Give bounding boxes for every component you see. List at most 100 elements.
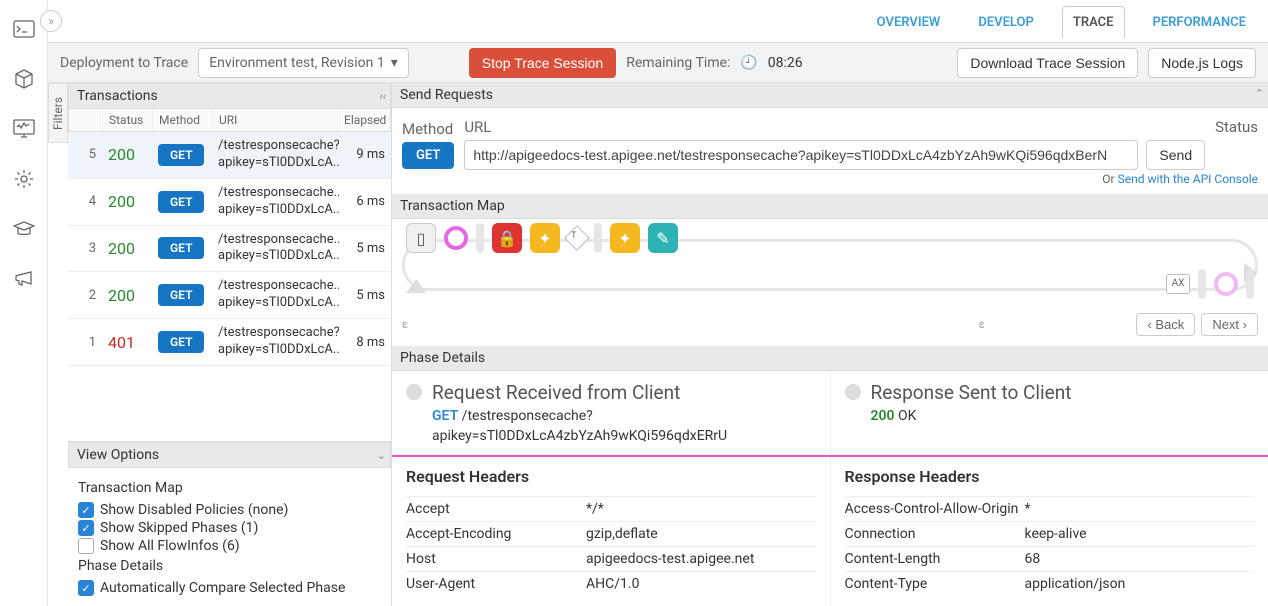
transaction-row[interactable]: 4200GET/testresponsecache...apikey=sTl0D… bbox=[68, 179, 391, 226]
transaction-row[interactable]: 5200GET/testresponsecache?apikey=sTl0DDx… bbox=[68, 132, 391, 179]
checkbox-auto-compare[interactable]: ✓ bbox=[78, 580, 94, 596]
response-headers-title: Response Headers bbox=[845, 467, 1255, 486]
tx-elapsed: 6 ms bbox=[339, 188, 391, 215]
top-tabs: OVERVIEW DEVELOP TRACE PERFORMANCE bbox=[867, 6, 1256, 38]
trace-toolbar: Deployment to Trace Environment test, Re… bbox=[48, 43, 1268, 83]
download-trace-button[interactable]: Download Trace Session bbox=[957, 48, 1138, 78]
status-label: Status bbox=[1215, 118, 1258, 136]
view-options-header: View Options⌄ bbox=[68, 442, 391, 468]
response-point-icon[interactable] bbox=[1214, 272, 1238, 296]
header-row: Connectionkeep-alive bbox=[845, 521, 1255, 546]
environment-select[interactable]: Environment test, Revision 1▾ bbox=[198, 48, 409, 78]
terminal-icon[interactable] bbox=[13, 18, 35, 40]
transactions-list: 5200GET/testresponsecache?apikey=sTl0DDx… bbox=[68, 132, 391, 441]
checkbox-show-skipped[interactable]: ✓ bbox=[78, 520, 94, 536]
transaction-row[interactable]: 3200GET/testresponsecache...apikey=sTl0D… bbox=[68, 226, 391, 273]
collapse-send-icon[interactable]: ⌃ bbox=[1255, 87, 1264, 100]
tx-method: GET bbox=[152, 325, 212, 359]
gear-icon[interactable] bbox=[13, 168, 35, 190]
send-requests-header: Send Requests⌃ bbox=[392, 83, 1268, 108]
view-options-pd-title: Phase Details bbox=[78, 558, 381, 574]
tx-status: 200 bbox=[102, 280, 152, 311]
header-row: Hostapigeedocs-test.apigee.net bbox=[406, 546, 816, 571]
tx-status: 200 bbox=[102, 233, 152, 264]
tx-index: 2 bbox=[68, 282, 102, 309]
header-row: Accept-Encodinggzip,deflate bbox=[406, 521, 816, 546]
filters-tab[interactable]: Filters bbox=[48, 83, 68, 143]
tx-status: 200 bbox=[102, 139, 152, 170]
graduation-icon[interactable] bbox=[13, 218, 35, 240]
divider-icon bbox=[594, 223, 602, 253]
nodejs-logs-button[interactable]: Node.js Logs bbox=[1148, 48, 1256, 78]
timeline-bar[interactable] bbox=[416, 317, 1129, 331]
tx-index: 3 bbox=[68, 235, 102, 262]
tab-trace[interactable]: TRACE bbox=[1062, 6, 1125, 38]
tx-method: GET bbox=[152, 231, 212, 265]
collapse-icon[interactable]: ‹‹ bbox=[379, 90, 386, 103]
tx-uri: /testresponsecache...apikey=sTl0DDxLcA..… bbox=[212, 272, 339, 318]
divider-icon bbox=[476, 223, 484, 253]
header-row: User-AgentAHC/1.0 bbox=[406, 571, 816, 596]
routing-policy-icon[interactable]: ✦ bbox=[530, 223, 560, 253]
analytics-icon[interactable]: AX bbox=[1166, 274, 1190, 294]
tx-uri: /testresponsecache...apikey=sTl0DDxLcA..… bbox=[212, 179, 339, 225]
tx-index: 1 bbox=[68, 329, 102, 356]
timeline-mid-label: ε bbox=[979, 318, 985, 331]
transactions-columns: Status Method URI Elapsed bbox=[68, 109, 391, 132]
send-row: Method GET URL Send Status bbox=[392, 108, 1268, 172]
package-icon[interactable] bbox=[13, 68, 35, 90]
tx-index: 5 bbox=[68, 141, 102, 168]
tx-elapsed: 5 ms bbox=[339, 282, 391, 309]
response-title: Response Sent to Client bbox=[871, 381, 1072, 404]
method-pill[interactable]: GET bbox=[402, 142, 454, 169]
api-console-line: Or Send with the API Console bbox=[392, 172, 1268, 194]
next-button[interactable]: Next › bbox=[1201, 313, 1258, 336]
url-input[interactable] bbox=[464, 140, 1138, 170]
request-headers-title: Request Headers bbox=[406, 467, 816, 486]
divider-icon bbox=[1198, 269, 1206, 299]
transaction-row[interactable]: 1401GET/testresponsecache?apikey=sTl0DDx… bbox=[68, 319, 391, 366]
tx-uri: /testresponsecache?apikey=sTl0DDxLcA... bbox=[212, 132, 339, 178]
left-panel: Filters Transactions‹‹ Status Method URI… bbox=[48, 83, 392, 606]
tx-method: GET bbox=[152, 278, 212, 312]
tx-elapsed: 5 ms bbox=[339, 235, 391, 262]
transactions-header: Transactions‹‹ bbox=[68, 83, 391, 109]
timeline-start-label: ε bbox=[402, 318, 408, 331]
megaphone-icon[interactable] bbox=[13, 268, 35, 290]
tab-performance[interactable]: PERFORMANCE bbox=[1143, 7, 1257, 38]
api-console-link[interactable]: Send with the API Console bbox=[1118, 172, 1258, 186]
headers-tables: Request Headers Accept*/*Accept-Encoding… bbox=[392, 457, 1268, 606]
left-rail bbox=[0, 0, 48, 606]
divider-icon bbox=[1246, 269, 1254, 299]
tx-uri: /testresponsecache?apikey=sTl0DDxLcA... bbox=[212, 319, 339, 365]
timeline: ε ε ‹ Back Next › bbox=[392, 307, 1268, 346]
monitor-icon[interactable] bbox=[13, 118, 35, 140]
transaction-row[interactable]: 2200GET/testresponsecache...apikey=sTl0D… bbox=[68, 272, 391, 319]
checkbox-show-disabled[interactable]: ✓ bbox=[78, 502, 94, 518]
remaining-time-label: Remaining Time: bbox=[626, 55, 730, 71]
stop-trace-button[interactable]: Stop Trace Session bbox=[469, 48, 616, 78]
tab-develop[interactable]: DEVELOP bbox=[968, 7, 1044, 38]
edit-policy-icon[interactable]: ✎ bbox=[648, 223, 678, 253]
tx-status: 200 bbox=[102, 186, 152, 217]
transaction-map: ▯ 🔒 ✦ T ✦ ✎ AX bbox=[392, 219, 1268, 307]
view-options-body: Transaction Map ✓Show Disabled Policies … bbox=[68, 468, 391, 606]
conditional-icon[interactable]: T bbox=[564, 225, 589, 250]
right-panel: Send Requests⌃ Method GET URL Send Statu… bbox=[392, 83, 1268, 606]
checkbox-show-flowinfos[interactable] bbox=[78, 538, 94, 554]
transaction-map-header: Transaction Map bbox=[392, 194, 1268, 219]
tx-elapsed: 9 ms bbox=[339, 141, 391, 168]
tab-overview[interactable]: OVERVIEW bbox=[867, 7, 951, 38]
expand-rail-icon[interactable]: » bbox=[40, 10, 62, 32]
phase-summary: Request Received from Client GET /testre… bbox=[392, 371, 1268, 455]
header-row: Accept*/* bbox=[406, 496, 816, 521]
collapse-view-options-icon[interactable]: ⌄ bbox=[377, 449, 386, 462]
security-policy-icon[interactable]: 🔒 bbox=[492, 223, 522, 253]
request-point-icon[interactable] bbox=[444, 226, 468, 250]
back-button[interactable]: ‹ Back bbox=[1136, 313, 1195, 336]
caret-down-icon: ▾ bbox=[391, 55, 398, 71]
send-button[interactable]: Send bbox=[1146, 140, 1205, 170]
routing-policy-2-icon[interactable]: ✦ bbox=[610, 223, 640, 253]
response-dot-icon bbox=[845, 384, 861, 400]
client-icon[interactable]: ▯ bbox=[406, 223, 436, 253]
